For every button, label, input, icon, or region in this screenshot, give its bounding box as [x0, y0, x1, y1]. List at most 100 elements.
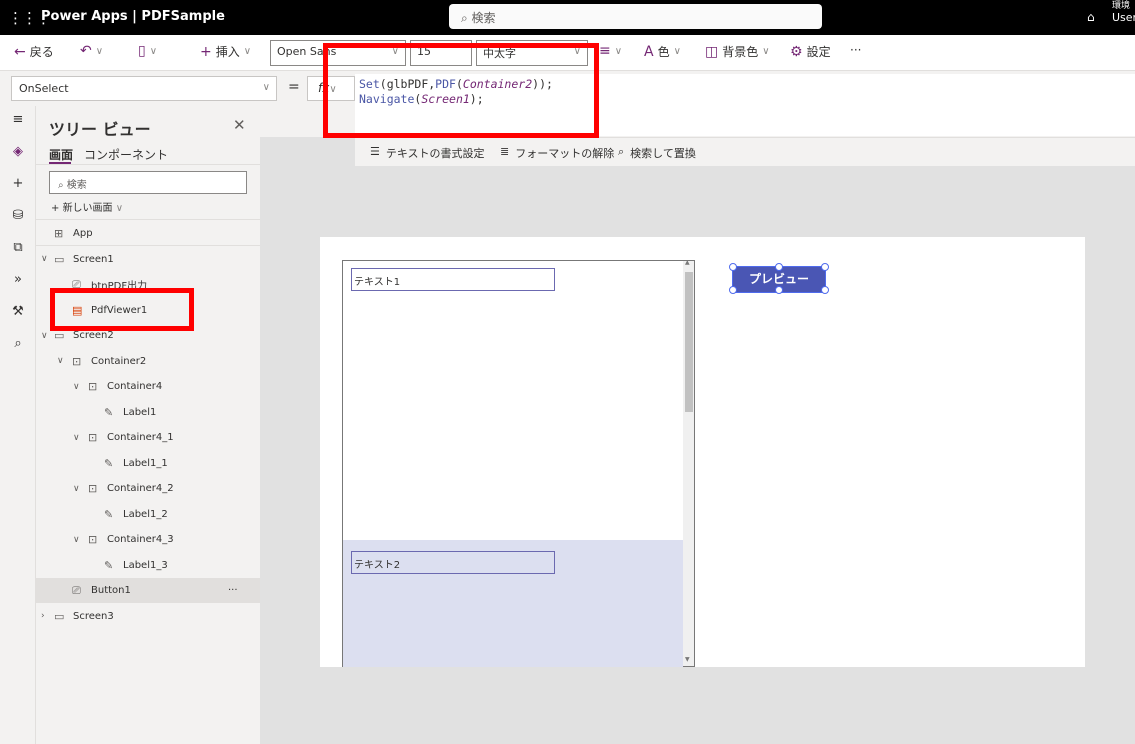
global-search-input[interactable]: ⌕ 検索 [449, 4, 822, 29]
tree-item-container2[interactable]: ∨ ⊡ Container2 [36, 349, 260, 374]
more-button[interactable]: ··· [850, 43, 861, 57]
tree-item-label1_3[interactable]: ✎ Label1_3 [36, 553, 260, 578]
chevron-down-icon[interactable]: ∨ [57, 356, 64, 366]
color-button[interactable]: A 色 ∨ [644, 43, 681, 60]
tree-item-label: App [73, 228, 93, 239]
tree-item-screen3[interactable]: › ▭ Screen3 [36, 604, 260, 629]
media-icon[interactable]: ⧉ [8, 240, 28, 255]
tree-item-label: Label1_3 [123, 559, 168, 571]
layers-icon[interactable]: ◈ [8, 144, 28, 159]
container-icon: ⊡ [88, 482, 98, 495]
container-icon: ⊡ [88, 533, 98, 546]
gear-icon: ⚙ [790, 43, 803, 60]
more-options-button[interactable]: ··· [228, 585, 238, 596]
chevron-down-icon[interactable]: ∨ [73, 433, 80, 443]
tree-item-label1_2[interactable]: ✎ Label1_2 [36, 502, 260, 527]
tree-item-label: Label1_2 [123, 508, 168, 520]
property-select[interactable]: OnSelect ∨ [11, 76, 277, 101]
chevron-down-icon[interactable]: ∨ [73, 535, 80, 545]
container-icon: ⊡ [72, 354, 82, 368]
scrollbar[interactable]: ▲ ▼ [683, 259, 694, 666]
search-icon[interactable]: ⌕ [8, 336, 28, 351]
search-icon: ⌕ [461, 11, 472, 25]
chevron-right-icon[interactable]: › [41, 611, 45, 621]
tree-item-app[interactable]: ⊞ App [36, 221, 260, 246]
tree-item-label: Container4_1 [107, 432, 174, 443]
find-replace-button[interactable]: ⌕ 検索して置換 [618, 145, 696, 161]
screen-icon: ▭ [54, 252, 65, 266]
tree-item-label: Container4_3 [107, 534, 174, 545]
remove-format-button[interactable]: ≣ フォーマットの解除 [500, 145, 614, 161]
tree-item-label: Label1 [123, 406, 157, 418]
back-button[interactable]: ← 戻る [14, 43, 54, 60]
flow-icon[interactable]: » [8, 272, 28, 287]
color-label: 色 [657, 45, 670, 59]
app-title: Power Apps | PDFSample [41, 9, 225, 24]
app-icon: ⊞ [54, 227, 64, 240]
tree-search-input[interactable]: ⌕ 検索 [49, 171, 247, 194]
environment-icon[interactable]: ⌂ [1087, 10, 1095, 24]
plus-icon[interactable]: + [8, 176, 28, 191]
tree-item-container4_3[interactable]: ∨ ⊡ Container4_3 [36, 527, 260, 552]
resize-handle[interactable] [729, 286, 737, 294]
tree-item-label: Container4_2 [107, 483, 174, 494]
container-gallery[interactable]: テキスト1 テキスト2 ▲ ▼ [342, 259, 695, 667]
chevron-down-icon[interactable]: ∨ [41, 331, 48, 341]
settings-button[interactable]: ⚙ 設定 [790, 43, 831, 60]
tree-item-button1[interactable]: ⎚ Button1 ··· [36, 578, 260, 603]
tree-item-container4_1[interactable]: ∨ ⊡ Container4_1 [36, 425, 260, 450]
tree-item-screen1[interactable]: ∨ ▭ Screen1 [36, 247, 260, 272]
new-screen-button[interactable]: + 新しい画面 ∨ [51, 199, 123, 214]
chevron-down-icon: ∨ [262, 82, 270, 93]
undo-icon: ↶ [80, 43, 92, 59]
resize-handle[interactable] [821, 286, 829, 294]
search-icon: ⌕ [618, 145, 625, 158]
close-icon[interactable]: ✕ [233, 116, 246, 134]
format-text-button[interactable]: ☰ テキストの書式設定 [370, 145, 485, 161]
scroll-down-icon[interactable]: ▼ [685, 656, 690, 663]
undo-button[interactable]: ↶ ∨ [80, 43, 103, 59]
chevron-down-icon[interactable]: ∨ [150, 46, 157, 57]
resize-handle[interactable] [775, 263, 783, 271]
tab-components[interactable]: コンポーネント [84, 146, 168, 163]
tools-icon[interactable]: ⚒ [8, 304, 28, 319]
plus-icon: + [51, 203, 63, 214]
tree-view-title: ツリー ビュー [49, 120, 151, 139]
scrollbar-thumb[interactable] [685, 272, 693, 412]
chevron-down-icon[interactable]: ∨ [96, 46, 103, 57]
tree-item-container4[interactable]: ∨ ⊡ Container4 [36, 374, 260, 399]
container-icon: ⊡ [88, 380, 98, 393]
background-color-button[interactable]: ◫ 背景色 ∨ [705, 43, 770, 60]
tree-item-container4_2[interactable]: ∨ ⊡ Container4_2 [36, 476, 260, 501]
scroll-up-icon[interactable]: ▲ [685, 259, 690, 266]
property-value: OnSelect [19, 82, 69, 95]
tree-item-label1[interactable]: ✎ Label1 [36, 400, 260, 425]
menu-icon[interactable]: ≡ [8, 112, 28, 127]
search-placeholder: 検索 [66, 180, 87, 191]
user-name[interactable]: User [1112, 12, 1135, 24]
chevron-down-icon[interactable]: ∨ [73, 484, 80, 494]
clipboard-icon: ▯ [138, 43, 146, 59]
label-icon: ✎ [104, 405, 114, 419]
highlight-box-formula [323, 43, 599, 138]
label-icon: ✎ [104, 558, 114, 572]
data-icon[interactable]: ⛁ [8, 208, 28, 223]
label-icon: ✎ [104, 507, 114, 521]
tab-screens[interactable]: 画面 [49, 146, 73, 163]
text-label-1[interactable]: テキスト1 [351, 268, 555, 291]
fill-icon: ◫ [705, 43, 719, 60]
tree-item-label: Button1 [91, 585, 131, 596]
resize-handle[interactable] [729, 263, 737, 271]
chevron-down-icon[interactable]: ∨ [73, 382, 80, 392]
format-toolbar: ☰ テキストの書式設定 ≣ フォーマットの解除 ⌕ 検索して置換 [355, 137, 1135, 166]
search-placeholder: 検索 [471, 11, 496, 25]
tree-item-label1_1[interactable]: ✎ Label1_1 [36, 451, 260, 476]
text-label-2[interactable]: テキスト2 [351, 551, 555, 574]
resize-handle[interactable] [821, 263, 829, 271]
paste-button[interactable]: ▯ ∨ [138, 43, 157, 59]
lines-icon: ≣ [500, 145, 510, 158]
chevron-down-icon[interactable]: ∨ [41, 254, 48, 264]
align-button[interactable]: ≡ ∨ [599, 43, 622, 59]
insert-button[interactable]: + 挿入 ∨ [200, 43, 251, 60]
resize-handle[interactable] [775, 286, 783, 294]
